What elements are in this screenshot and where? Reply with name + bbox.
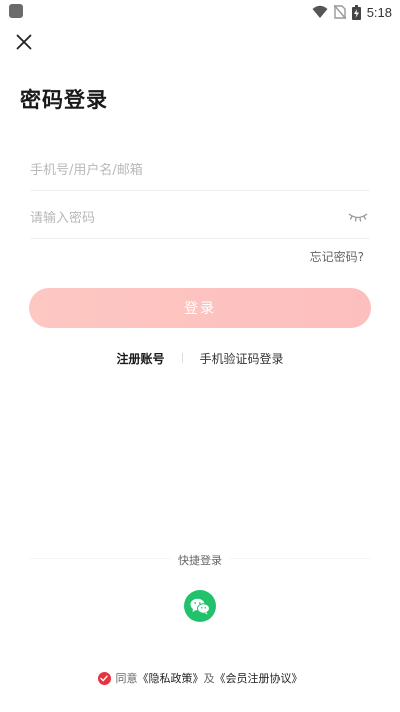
account-field — [30, 150, 370, 191]
login-button[interactable]: 登录 — [29, 288, 371, 328]
eye-closed-icon[interactable] — [348, 210, 368, 224]
alt-actions: 注册账号 手机验证码登录 — [0, 348, 400, 368]
wechat-login-button[interactable] — [184, 590, 216, 622]
password-field — [30, 198, 370, 239]
register-link[interactable]: 注册账号 — [116, 350, 164, 367]
password-input[interactable] — [30, 210, 330, 226]
app-notification-icon — [9, 4, 23, 18]
wechat-icon — [190, 598, 210, 614]
quick-login-text: 快捷登录 — [170, 554, 230, 567]
agree-checkbox[interactable] — [97, 671, 111, 685]
check-icon — [100, 675, 108, 682]
account-input[interactable] — [30, 162, 330, 178]
close-button[interactable] — [12, 30, 36, 54]
agreement-prefix: 同意 — [115, 672, 138, 685]
sms-login-link[interactable]: 手机验证码登录 — [200, 350, 284, 367]
battery-charging-icon — [351, 4, 361, 20]
close-icon — [16, 34, 32, 50]
status-bar: 5:18 — [0, 0, 400, 24]
agreement-row: 同意 《隐私政策》 及 《会员注册协议》 — [0, 670, 400, 686]
status-icons: 5:18 — [312, 2, 392, 22]
no-sim-icon — [333, 5, 346, 19]
privacy-policy-link[interactable]: 《隐私政策》 — [138, 670, 204, 686]
status-time: 5:18 — [366, 4, 392, 20]
quick-login-label: 快捷登录 — [0, 552, 400, 568]
page-title: 密码登录 — [20, 88, 108, 112]
member-agreement-link[interactable]: 《会员注册协议》 — [215, 670, 303, 686]
alt-divider — [181, 353, 183, 363]
wifi-icon — [312, 5, 328, 18]
forgot-password-link[interactable]: 忘记密码? — [310, 248, 364, 265]
agreement-conjunction: 及 — [203, 672, 215, 685]
